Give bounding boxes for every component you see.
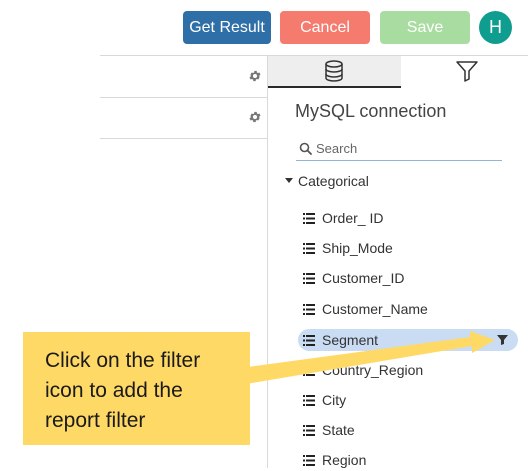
instruction-callout: Click on the filter icon to add the repo… [23,332,250,445]
